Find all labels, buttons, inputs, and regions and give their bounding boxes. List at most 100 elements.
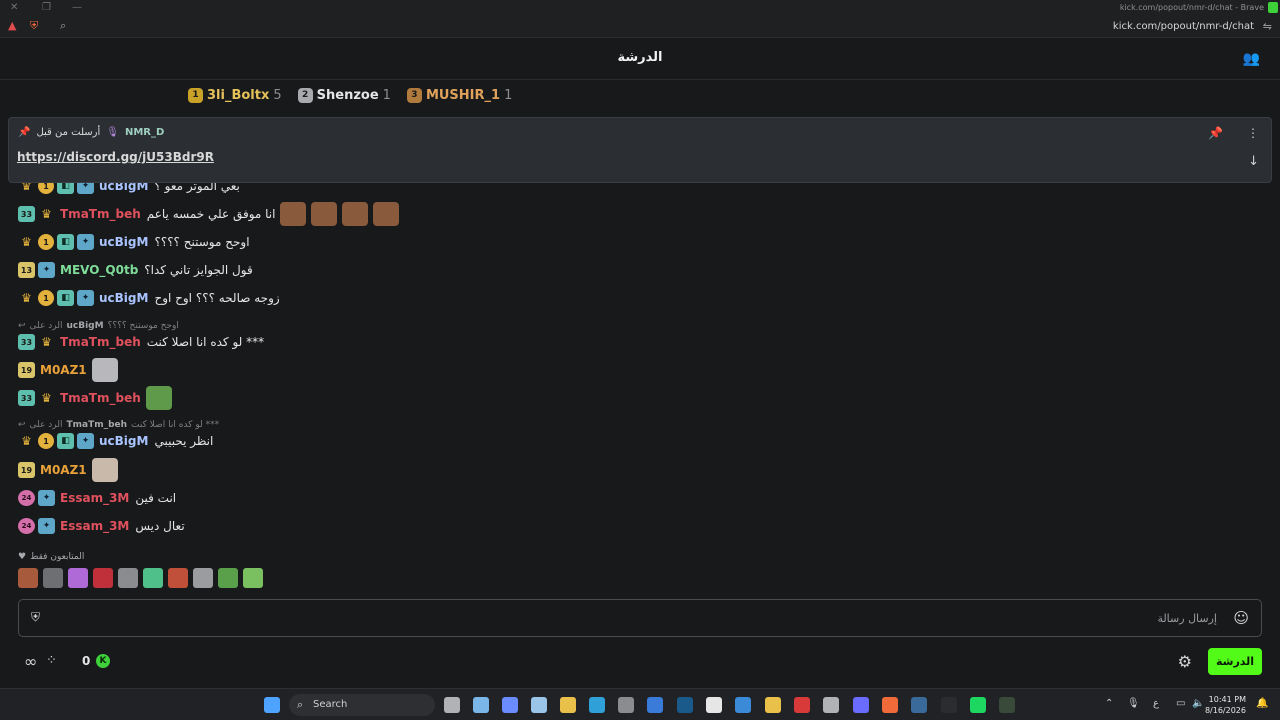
username[interactable]: ucBigM: [99, 235, 148, 249]
username[interactable]: TmaTm_beh: [60, 391, 141, 405]
leaderboard-entry[interactable]: 2 Shenzoe 1: [297, 87, 391, 103]
emote-icon[interactable]: [18, 568, 38, 588]
steam-icon[interactable]: [911, 697, 927, 713]
chat-message[interactable]: ♛ 1 ◧ ✦ ucBigM انظر يحبيبي: [18, 430, 213, 452]
chat-message[interactable]: 19 M0AZ1: [18, 458, 118, 482]
username[interactable]: M0AZ1: [40, 463, 87, 477]
widgets-icon[interactable]: [531, 697, 547, 713]
leaderboard-entry[interactable]: 3 MUSHIR_1 1: [406, 87, 512, 103]
copilot-icon[interactable]: [502, 697, 518, 713]
zoom-icon[interactable]: ⌕: [60, 19, 66, 33]
expand-down-icon[interactable]: ↓: [1248, 154, 1259, 169]
notepad-icon[interactable]: [473, 697, 489, 713]
edge-icon[interactable]: [589, 697, 605, 713]
dots-icon[interactable]: ⁘: [46, 653, 57, 668]
username[interactable]: MEVO_Q0tb: [60, 263, 138, 277]
chat-message[interactable]: 24 ✦ Essam_3M تعال ديس: [18, 515, 185, 537]
emote-icon[interactable]: [143, 568, 163, 588]
pinned-user[interactable]: NMR_D: [125, 127, 164, 138]
pinned-meta: 📌 أرسلت من قبل 🎙 NMR_D: [18, 127, 164, 138]
chat-message[interactable]: 33 ♛ TmaTm_beh لو كده انا اصلا كنت ***: [18, 331, 264, 353]
task-view-icon[interactable]: [444, 697, 460, 713]
emote-icon[interactable]: [193, 568, 213, 588]
language-icon[interactable]: ع: [1153, 698, 1159, 709]
store-icon[interactable]: [618, 697, 634, 713]
site-settings-icon[interactable]: ⇋: [1263, 20, 1272, 33]
emote-icon[interactable]: [168, 568, 188, 588]
send-chat-button[interactable]: الدرشة: [1208, 648, 1262, 675]
more-options-icon[interactable]: ⋮: [1247, 126, 1259, 140]
username[interactable]: ucBigM: [99, 183, 148, 193]
emote-icon[interactable]: [118, 568, 138, 588]
shield-icon[interactable]: ⛨: [31, 610, 40, 625]
volume-icon[interactable]: 🔈: [1192, 698, 1204, 709]
users-icon[interactable]: 👥: [1243, 51, 1260, 67]
chat-title: الدرشة: [617, 50, 663, 65]
infinity-icon[interactable]: ∞: [24, 652, 37, 671]
emote-icon[interactable]: [218, 568, 238, 588]
file-explorer-icon[interactable]: [560, 697, 576, 713]
spotify-icon[interactable]: [970, 697, 986, 713]
taskbar-search[interactable]: ⌕ Search: [289, 694, 435, 716]
username[interactable]: TmaTm_beh: [60, 335, 141, 349]
emoji-picker-icon[interactable]: ☺: [1233, 609, 1249, 627]
chat-message[interactable]: 33 ♛ TmaTm_beh: [18, 386, 172, 410]
browser-titlebar: ✕ ❐ — kick.com/popout/nmr-d/chat - Brave: [0, 0, 1280, 16]
record-icon[interactable]: [794, 697, 810, 713]
pinned-link[interactable]: https://discord.gg/jU53Bdr9R: [17, 150, 214, 164]
minimize-window-icon[interactable]: —: [72, 2, 82, 13]
taskbar-clock[interactable]: 10:41 PM 8/16/2026: [1205, 694, 1246, 716]
chat-message[interactable]: ♛ 1 ◧ ✦ ucBigM اوحح موستنح ؟؟؟؟: [18, 231, 250, 253]
mail-icon[interactable]: [735, 697, 751, 713]
kick-coin-icon[interactable]: K: [96, 654, 110, 668]
leaderboard-name: MUSHIR_1: [425, 87, 501, 103]
app-icon[interactable]: [647, 697, 663, 713]
username[interactable]: ucBigM: [99, 291, 148, 305]
microphone-icon[interactable]: 🎙: [1127, 698, 1140, 709]
discord-icon[interactable]: [853, 697, 869, 713]
emote-icon[interactable]: [68, 568, 88, 588]
emote-icon[interactable]: [243, 568, 263, 588]
sub-months-badge: 33: [18, 334, 35, 350]
reply-icon: ↩: [18, 321, 26, 331]
brave-icon[interactable]: [882, 697, 898, 713]
leaderboard-entry[interactable]: 1 3li_Boltx 5: [188, 87, 282, 103]
kick-app-icon[interactable]: [941, 697, 957, 713]
username[interactable]: ucBigM: [99, 434, 148, 448]
terminal-icon[interactable]: [677, 697, 693, 713]
chevron-up-icon[interactable]: ⌃: [1105, 698, 1113, 709]
rewards-icon[interactable]: ▲: [8, 19, 16, 32]
settings-icon[interactable]: [823, 697, 839, 713]
app-icon[interactable]: [999, 697, 1015, 713]
chat-message[interactable]: ♛ 1 ◧ ✦ ucBigM بعي الموتر معو ؟: [18, 183, 240, 197]
message-text: قول الجوايز تاني كدا؟: [144, 263, 253, 277]
crown-badge-icon: ♛: [41, 335, 52, 349]
emote-icon[interactable]: [93, 568, 113, 588]
reply-reference[interactable]: ↩ الرد على TmaTm_beh لو كده انا اصلا كنت…: [18, 420, 219, 430]
restore-window-icon[interactable]: ❐: [42, 2, 51, 13]
emote-icon[interactable]: [43, 568, 63, 588]
username[interactable]: Essam_3M: [60, 519, 129, 533]
reply-reference[interactable]: ↩ الرد على ucBigM اوحح موستنح ؟؟؟؟: [18, 321, 179, 331]
unpin-icon[interactable]: 📌: [1208, 126, 1223, 140]
close-window-icon[interactable]: ✕: [10, 2, 18, 13]
username[interactable]: TmaTm_beh: [60, 207, 141, 221]
username[interactable]: M0AZ1: [40, 363, 87, 377]
capcut-icon[interactable]: [706, 697, 722, 713]
message-input[interactable]: [117, 608, 1217, 628]
gear-icon[interactable]: ⚙: [1178, 652, 1192, 671]
crown-badge-icon: ♛: [21, 183, 32, 193]
network-icon[interactable]: ▭: [1176, 698, 1185, 709]
chrome-icon[interactable]: [765, 697, 781, 713]
chat-message[interactable]: 19 M0AZ1: [18, 358, 118, 382]
chat-message[interactable]: 24 ✦ Essam_3M انت فين: [18, 487, 176, 509]
username[interactable]: Essam_3M: [60, 491, 129, 505]
chat-message[interactable]: ♛ 1 ◧ ✦ ucBigM زوجه صالحه ؟؟؟ اوح اوح: [18, 287, 280, 309]
windows-start-icon[interactable]: [264, 697, 280, 713]
chat-message[interactable]: 33 ♛ TmaTm_beh انا موفق علي خمسه ياعم: [18, 202, 400, 226]
brave-shields-icon[interactable]: ⛨: [30, 19, 38, 33]
chat-message[interactable]: 13 ✦ MEVO_Q0tb قول الجوايز تاني كدا؟: [18, 259, 253, 281]
verified-badge-icon: ✦: [38, 490, 55, 506]
notification-icon[interactable]: 🔔: [1256, 698, 1268, 709]
url-text[interactable]: kick.com/popout/nmr-d/chat: [1113, 21, 1254, 32]
